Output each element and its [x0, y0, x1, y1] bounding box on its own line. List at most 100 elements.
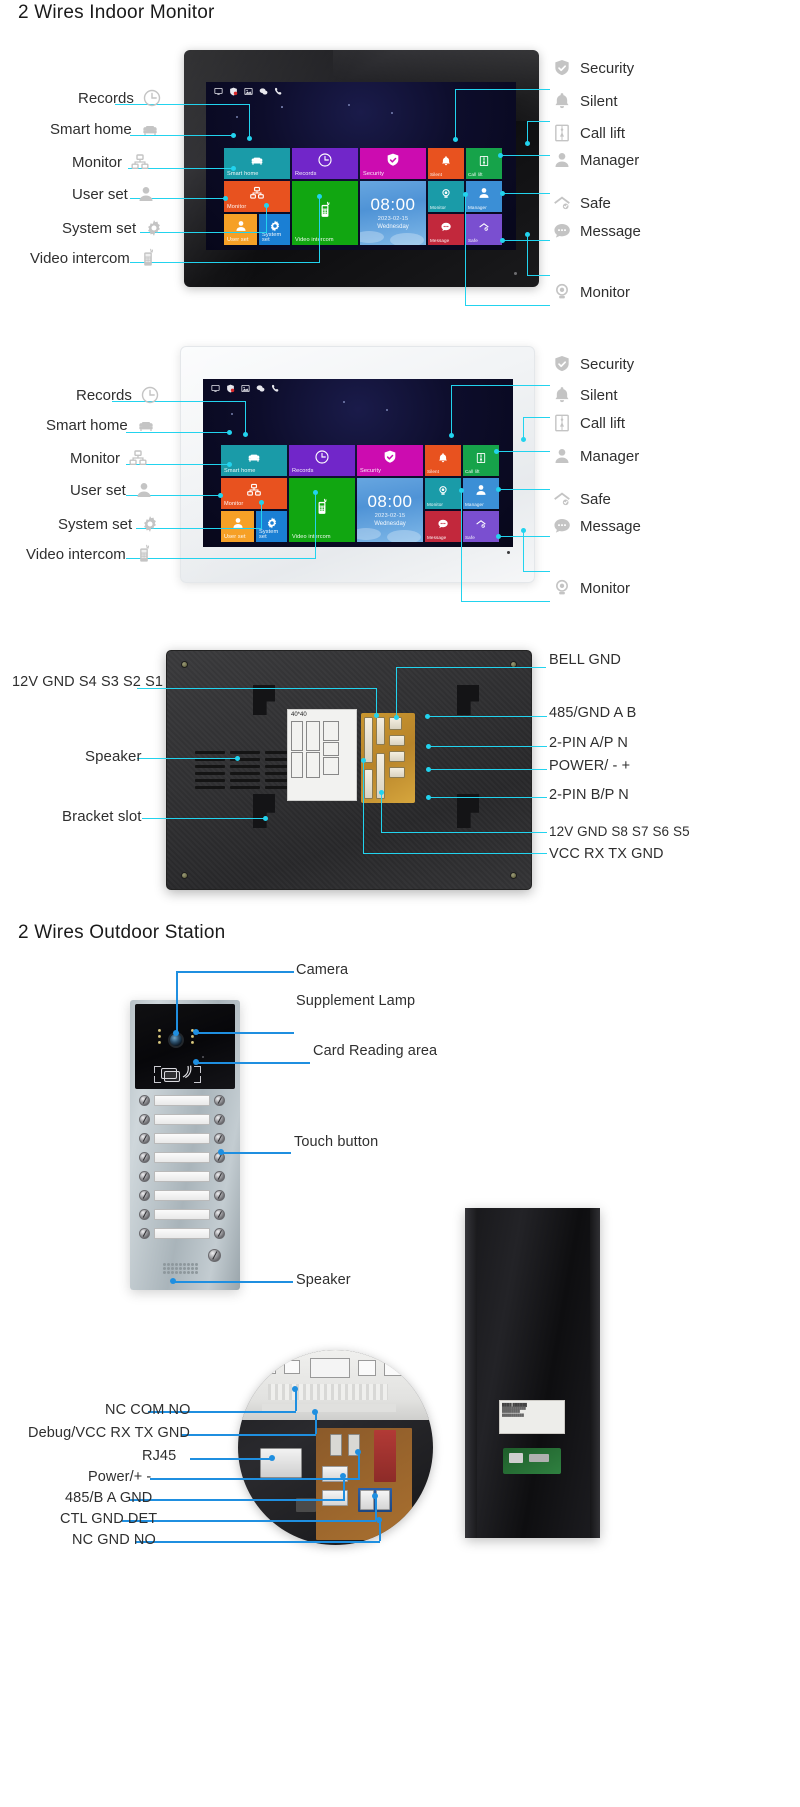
clock-icon: [314, 449, 330, 470]
leader-dot: [235, 756, 240, 761]
touch-button-right[interactable]: [214, 1190, 225, 1201]
tile-video-intercom[interactable]: Video intercom: [292, 181, 358, 245]
call-button-row[interactable]: [139, 1095, 225, 1106]
label-2pin-b-p-n: 2-PIN B/P N: [549, 787, 629, 803]
leader-dot: [521, 437, 526, 442]
camera-icon: [440, 187, 452, 205]
touch-button-left[interactable]: [139, 1114, 150, 1125]
call-button-row[interactable]: [139, 1152, 225, 1163]
tile-monitor-2[interactable]: Monitor: [425, 478, 461, 509]
indoor-monitor-screen[interactable]: Smart home Records Security Monitor Video in…: [206, 82, 516, 250]
clock-weekday: Wednesday: [374, 521, 406, 527]
touch-button-right[interactable]: [214, 1095, 225, 1106]
touch-button-extra[interactable]: [208, 1249, 221, 1262]
tile-user-set[interactable]: User set: [224, 214, 257, 245]
touch-button-left[interactable]: [139, 1209, 150, 1220]
touch-button-left[interactable]: [139, 1228, 150, 1239]
screen-star: [386, 409, 388, 411]
callout-user-set: User set: [72, 184, 156, 204]
tile-monitor[interactable]: Monitor: [221, 478, 287, 509]
touch-button-left[interactable]: [139, 1190, 150, 1201]
touch-button-left[interactable]: [139, 1095, 150, 1106]
tile-records[interactable]: Records: [292, 148, 358, 179]
touch-button-right[interactable]: [214, 1133, 225, 1144]
call-button-row[interactable]: [139, 1171, 225, 1182]
leader-dot: [231, 166, 236, 171]
callout-user-set-2: User set: [70, 480, 154, 500]
tile-safe[interactable]: Safe: [466, 214, 502, 245]
tile-records[interactable]: Records: [289, 445, 355, 476]
touch-button-right[interactable]: [214, 1171, 225, 1182]
callout-label: User set: [70, 481, 126, 499]
tile-smart-home[interactable]: Smart home: [224, 148, 290, 179]
pcb-top-block: [284, 1360, 300, 1374]
tile-silent[interactable]: Silent: [425, 445, 461, 476]
tile-message[interactable]: Message: [428, 214, 464, 245]
monitor-icon: [211, 385, 220, 392]
tile-clock[interactable]: 08:00 2023-02-15 Wednesday: [357, 478, 423, 542]
tile-security[interactable]: Security: [360, 148, 426, 179]
leader-dot: [218, 493, 223, 498]
screen-star: [281, 106, 283, 108]
name-plate: [154, 1190, 210, 1201]
clock-weekday: Wednesday: [377, 224, 409, 230]
leader-line: [363, 853, 547, 854]
tile-message[interactable]: Message: [425, 511, 461, 542]
callout-label: System set: [62, 219, 137, 237]
touch-button-left[interactable]: [139, 1133, 150, 1144]
tile-system-set[interactable]: System set: [259, 214, 290, 245]
leader-line: [455, 89, 456, 139]
tile-clock[interactable]: 08:00 2023-02-15 Wednesday: [360, 181, 426, 245]
leader-line: [126, 558, 316, 559]
call-button-row[interactable]: [139, 1114, 225, 1125]
indoor-monitor-screen-2[interactable]: Smart home Records Security Monitor Video in…: [203, 379, 513, 547]
tile-manager[interactable]: Manager: [463, 478, 499, 509]
name-plate: [154, 1095, 210, 1106]
touch-button-right[interactable]: [214, 1114, 225, 1125]
callout-label: Safe: [580, 490, 611, 508]
leader-line: [245, 401, 246, 434]
leader-dot: [374, 713, 379, 718]
tile-video-intercom[interactable]: Video intercom: [289, 478, 355, 542]
network-icon: [249, 185, 265, 206]
touch-button-left[interactable]: [139, 1171, 150, 1182]
leader-line-ctl: [122, 1520, 376, 1522]
status-led: [514, 272, 517, 275]
screen-star: [236, 116, 238, 118]
rj45-port[interactable]: [260, 1448, 302, 1478]
touch-button-right[interactable]: [214, 1228, 225, 1239]
pcb-top-block: [260, 1360, 276, 1374]
pcb-connector: [509, 1453, 523, 1463]
call-button-row[interactable]: [139, 1133, 225, 1144]
touch-button-left[interactable]: [139, 1152, 150, 1163]
tile-manager[interactable]: Manager: [466, 181, 502, 212]
label-vcc-rx-tx-gnd: VCC RX TX GND: [549, 846, 664, 862]
callout-security: Security: [552, 58, 634, 78]
house-icon: [552, 193, 572, 213]
tile-monitor[interactable]: Monitor: [224, 181, 290, 212]
tile-safe[interactable]: Safe: [463, 511, 499, 542]
person-icon: [134, 480, 154, 500]
leader-line: [295, 1389, 297, 1411]
screw-icon: [181, 872, 188, 879]
connector-power: [389, 751, 405, 762]
indoor-monitor-section-title: 2 Wires Indoor Monitor: [18, 2, 215, 23]
tile-user-set[interactable]: User set: [221, 511, 254, 542]
call-button-row[interactable]: [139, 1190, 225, 1201]
tile-security[interactable]: Security: [357, 445, 423, 476]
ir-led: [158, 1041, 161, 1044]
leader-line: [428, 769, 547, 770]
tile-call-lift[interactable]: Call lift: [466, 148, 502, 179]
leader-line: [496, 451, 550, 452]
shield-icon: [552, 354, 572, 374]
call-button-row[interactable]: [139, 1209, 225, 1220]
touch-button-right[interactable]: [214, 1209, 225, 1220]
tile-label: Video intercom: [295, 237, 334, 244]
leader-line-monitor: [465, 305, 550, 306]
tile-silent[interactable]: Silent: [428, 148, 464, 179]
tile-smart-home[interactable]: Smart home: [221, 445, 287, 476]
leader-line-call-lift: [500, 155, 550, 156]
leader-dot: [193, 1059, 199, 1065]
call-button-row[interactable]: [139, 1228, 225, 1239]
tile-monitor-2[interactable]: Monitor: [428, 181, 464, 212]
